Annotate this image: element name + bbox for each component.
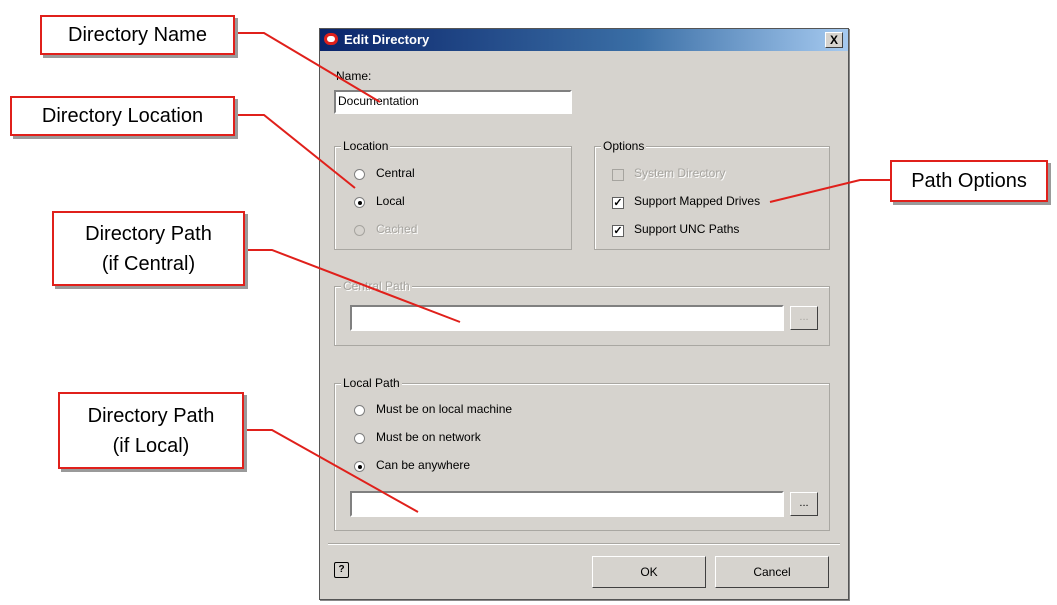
local-path-input[interactable] [350, 491, 784, 517]
central-path-browse-button[interactable]: ... [790, 306, 818, 330]
edit-directory-dialog: Edit Directory X Name: Documentation Loc… [319, 28, 849, 600]
support-unc-paths-label: Support UNC Paths [634, 222, 740, 236]
title-bar[interactable]: Edit Directory X [320, 29, 848, 51]
radio-must-be-network[interactable] [354, 433, 365, 444]
radio-can-be-anywhere-label: Can be anywhere [376, 458, 471, 472]
ok-button[interactable]: OK [592, 556, 706, 588]
radio-local-label: Local [376, 194, 405, 208]
callout-directory-path-central: Directory Path (if Central) [52, 211, 245, 286]
radio-cached-label: Cached [376, 222, 418, 236]
local-path-browse-button[interactable]: ... [790, 492, 818, 516]
options-group-title: Options [601, 139, 647, 153]
callout-local-line1: Directory Path [87, 404, 215, 427]
close-button[interactable]: X [825, 32, 843, 48]
central-path-title: Central Path [341, 279, 412, 293]
checkbox-support-mapped-drives[interactable]: ✓ [612, 197, 624, 209]
cancel-button[interactable]: Cancel [715, 556, 829, 588]
callout-directory-name: Directory Name [40, 15, 235, 55]
local-path-title: Local Path [341, 376, 402, 390]
radio-central[interactable] [354, 169, 365, 180]
footer-separator [328, 543, 840, 545]
dialog-title: Edit Directory [344, 32, 430, 47]
support-mapped-drives-label: Support Mapped Drives [634, 194, 761, 208]
radio-must-be-local-label: Must be on local machine [376, 402, 513, 416]
checkbox-support-unc-paths[interactable]: ✓ [612, 225, 624, 237]
callout-path-options-text: Path Options [911, 170, 1027, 192]
location-group-title: Location [341, 139, 391, 153]
callout-directory-location: Directory Location [10, 96, 235, 136]
radio-must-be-network-label: Must be on network [376, 430, 481, 444]
callout-central-line1: Directory Path [85, 222, 212, 245]
radio-local[interactable] [354, 197, 365, 208]
callout-central-line2: (if Central) [101, 252, 196, 275]
radio-central-label: Central [376, 166, 415, 180]
callout-directory-path-local: Directory Path (if Local) [58, 392, 244, 469]
callout-directory-location-text: Directory Location [41, 105, 204, 127]
callout-path-options: Path Options [890, 160, 1048, 202]
name-label: Name: [336, 69, 372, 83]
radio-can-be-anywhere[interactable] [354, 461, 365, 472]
app-logo-icon [324, 33, 338, 45]
callout-directory-name-text: Directory Name [68, 24, 207, 46]
help-icon[interactable]: ? [334, 562, 349, 578]
callout-local-line2: (if Local) [112, 434, 190, 457]
checkbox-system-directory [612, 169, 624, 181]
central-path-input[interactable] [350, 305, 784, 331]
location-group: Location [334, 139, 572, 250]
system-directory-label: System Directory [634, 166, 726, 180]
radio-cached [354, 225, 365, 236]
radio-must-be-local[interactable] [354, 405, 365, 416]
name-input[interactable]: Documentation [334, 90, 572, 114]
